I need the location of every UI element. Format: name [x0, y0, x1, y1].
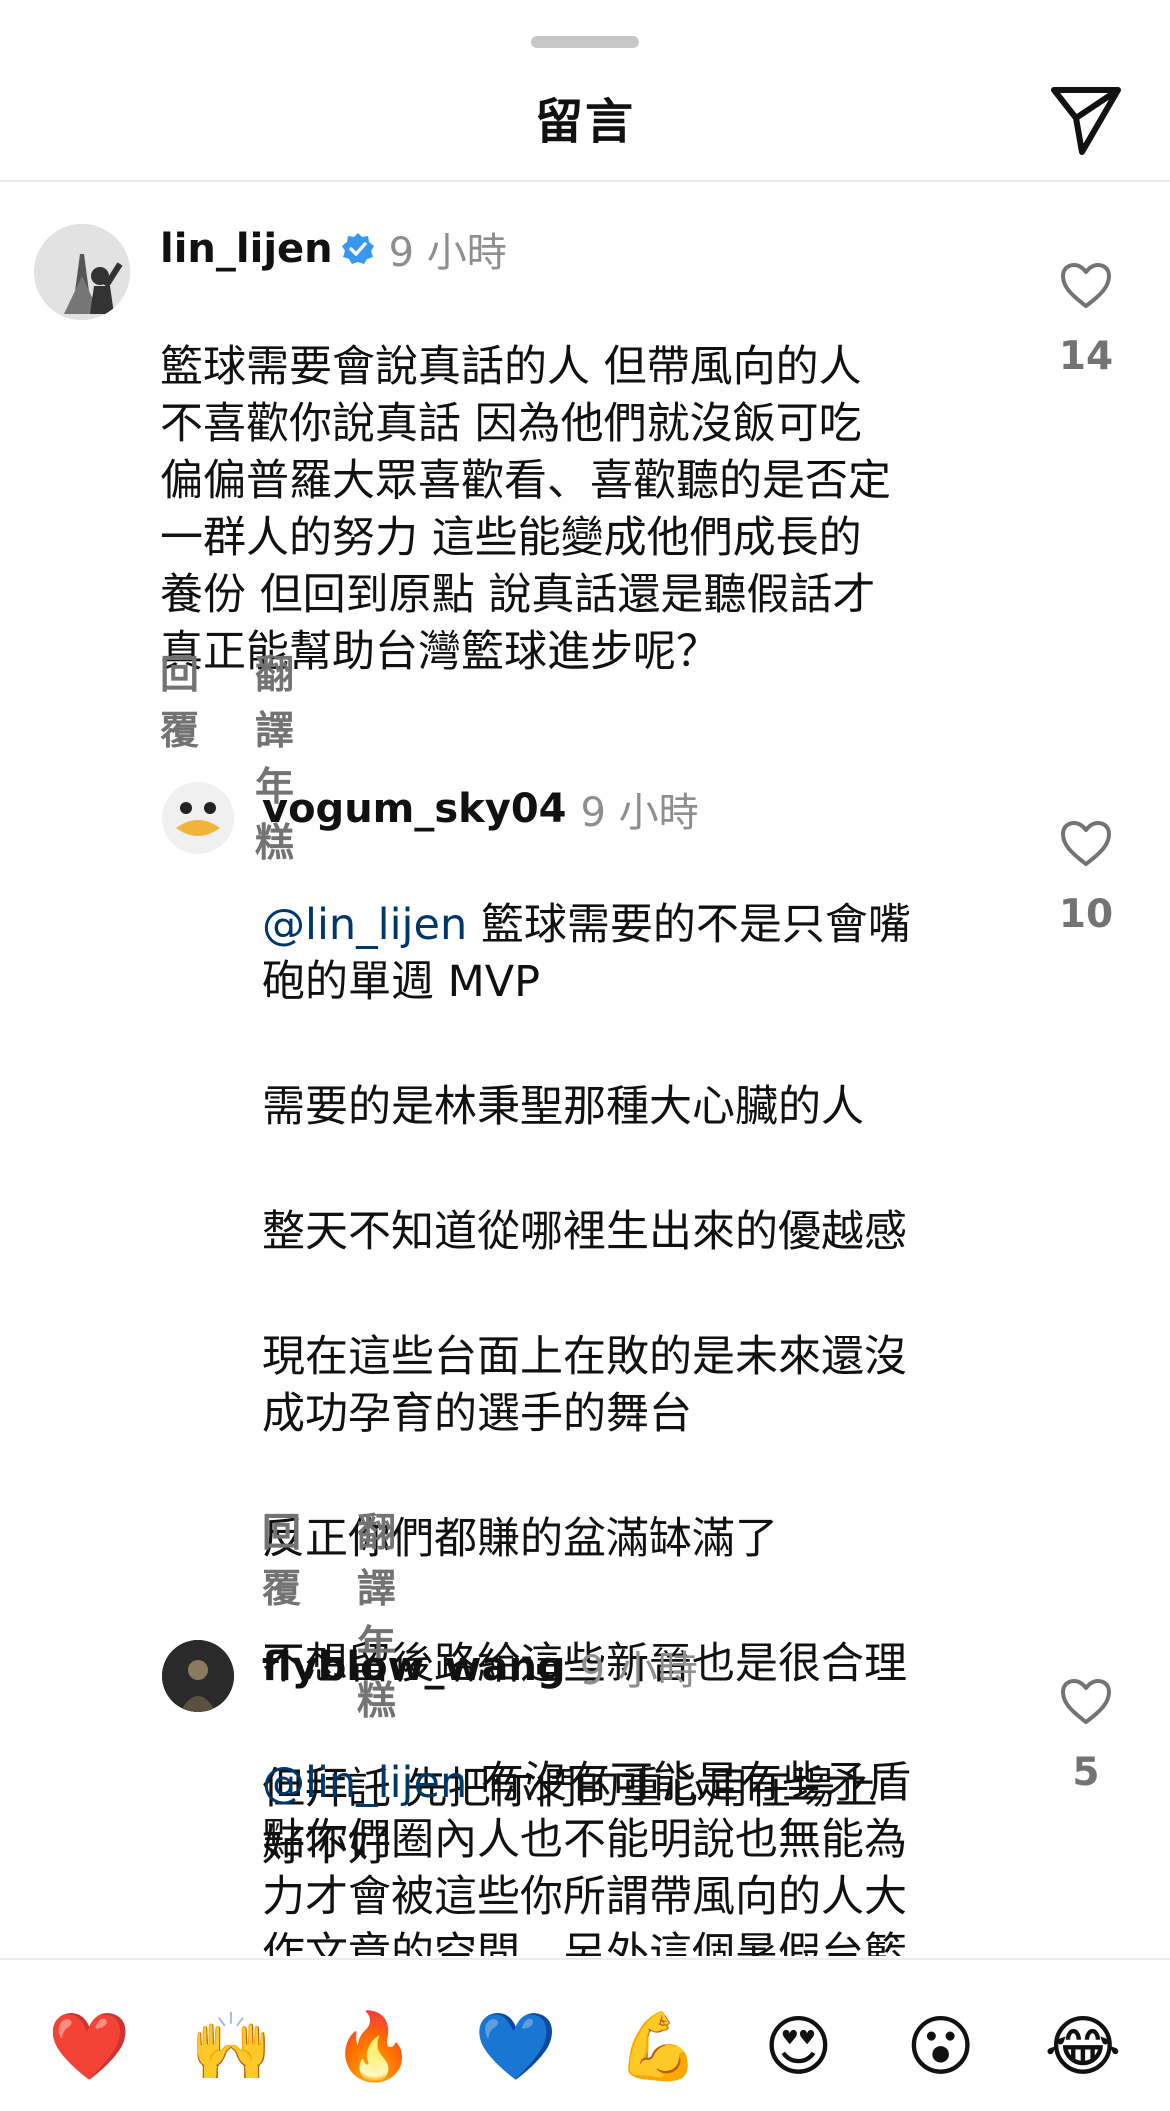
verified-badge-icon	[341, 233, 374, 264]
like-count: 14	[1058, 334, 1114, 379]
avatar[interactable]	[162, 782, 234, 854]
comment-text: @lin_lijen 有沒有可能是有些矛盾 點你們圈內人也不能明說也無能為 力才…	[262, 1698, 1002, 1956]
comment-paragraph: @lin_lijen 籃球需要的不是只會嘴 砲的單週 MVP	[262, 900, 911, 1007]
red-heart-emoji-icon[interactable]: ❤️	[48, 2008, 130, 2086]
blue-heart-emoji-icon[interactable]: 💙	[475, 2008, 557, 2086]
timestamp: 9 小時	[580, 790, 699, 836]
avatar-duck-icon	[162, 782, 234, 854]
raised-hands-emoji-icon[interactable]: 🙌	[190, 2008, 272, 2086]
emoji-reaction-bar: ❤️ 🙌 🔥 💙 💪 😍 😮 😂	[0, 1958, 1170, 2111]
heart-icon[interactable]	[1060, 820, 1112, 868]
comment-paragraph: 需要的是林秉聖那種大心臟的人	[262, 1082, 864, 1132]
username[interactable]: flyblow_wang	[262, 1644, 566, 1690]
like-count: 10	[1058, 892, 1114, 937]
flexed-biceps-emoji-icon[interactable]: 💪	[617, 2008, 699, 2086]
avatar[interactable]	[34, 224, 130, 320]
username[interactable]: lin_lijen	[160, 226, 333, 272]
comment-paragraph: 籃球需要會說真話的人 但帶風向的人 不喜歡你說真話 因為他們就沒飯可吃 偏偏普羅…	[160, 342, 891, 677]
avatar-photo-icon	[162, 1640, 234, 1712]
avatar[interactable]	[162, 1640, 234, 1712]
share-button[interactable]	[1046, 80, 1126, 160]
mention-link[interactable]: @lin_lijen	[262, 1758, 467, 1808]
timestamp: 9 小時	[579, 1648, 698, 1694]
header-divider	[0, 180, 1170, 182]
mention-link[interactable]: @lin_lijen	[262, 900, 467, 950]
comments-sheet: 留言 lin_lijen 9 小時 籃球需要會說真話的人 但帶風向的人 不喜歡你…	[0, 0, 1170, 2111]
drag-handle[interactable]	[531, 36, 639, 48]
comment-paragraph: 現在這些台面上在敗的是未來還沒 成功孕育的選手的舞台	[262, 1332, 907, 1439]
avatar-photo-icon	[34, 224, 130, 320]
timestamp: 9 小時	[388, 230, 507, 276]
heart-icon[interactable]	[1060, 262, 1112, 310]
tears-of-joy-emoji-icon[interactable]: 😂	[1044, 2008, 1122, 2086]
heart-eyes-emoji-icon[interactable]: 😍	[759, 2008, 837, 2086]
heart-icon[interactable]	[1060, 1678, 1112, 1726]
comment-paragraph: @lin_lijen 有沒有可能是有些矛盾 點你們圈內人也不能明說也無能為 力才…	[262, 1758, 911, 1956]
like-count: 5	[1072, 1750, 1100, 1795]
header: 留言	[0, 60, 1170, 180]
username[interactable]: vogum_sky04	[262, 786, 567, 832]
fire-emoji-icon[interactable]: 🔥	[333, 2008, 415, 2086]
page-title: 留言	[534, 94, 635, 150]
surprised-face-emoji-icon[interactable]: 😮	[902, 2008, 980, 2086]
send-icon	[1051, 87, 1121, 155]
comment-paragraph: 整天不知道從哪裡生出來的優越感	[262, 1207, 907, 1257]
